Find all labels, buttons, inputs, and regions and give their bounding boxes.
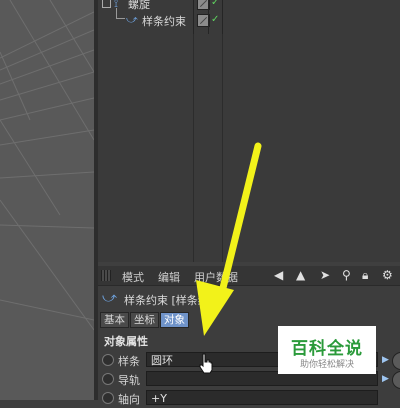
attribute-header: ⤻ 样条约束 [样条约束] xyxy=(98,287,400,311)
property-label: 轴向 xyxy=(118,393,140,406)
visible-check-icon[interactable]: ✓ xyxy=(211,14,219,25)
visible-check-icon[interactable]: ✓ xyxy=(211,0,219,8)
link-button[interactable] xyxy=(392,352,400,370)
object-manager: ⟟ 螺旋 ✓ ⤻ 样条约束 ✓ xyxy=(98,0,400,262)
property-label: 样条 xyxy=(118,355,140,368)
viewport-grid xyxy=(0,0,94,331)
up-arrow-icon[interactable]: ▲ xyxy=(296,268,305,282)
hand-cursor-icon xyxy=(199,353,213,374)
watermark-subtitle: 助你轻松解决 xyxy=(299,360,354,370)
attribute-menubar: 模式 编辑 用户数据 ◀ ▲ ➤ ⚲ 🔒︎ ⚙ xyxy=(98,266,400,286)
column-divider xyxy=(193,0,194,34)
axis-dropdown[interactable]: +Y xyxy=(146,390,378,405)
tab-basic[interactable]: 基本 xyxy=(100,312,129,328)
object-label-helix[interactable]: 螺旋 xyxy=(128,0,150,12)
object-row-spline-wrap[interactable]: ⤻ 样条约束 ✓ xyxy=(98,8,400,29)
animate-radio[interactable] xyxy=(102,373,114,385)
animate-radio[interactable] xyxy=(102,354,114,366)
settings-icon[interactable]: ⚙ xyxy=(382,268,393,282)
lock-icon[interactable]: 🔒︎ xyxy=(362,268,368,283)
search-icon[interactable]: ⚲ xyxy=(342,268,351,282)
tab-object[interactable]: 对象 xyxy=(160,312,189,328)
column-divider xyxy=(222,0,223,34)
drag-grip-icon[interactable] xyxy=(101,270,111,281)
property-label: 导轨 xyxy=(118,374,140,387)
column-divider xyxy=(193,34,194,262)
tab-coord[interactable]: 坐标 xyxy=(130,312,159,328)
column-divider xyxy=(222,34,223,262)
menu-user-data[interactable]: 用户数据 xyxy=(194,269,238,285)
object-label-spline-wrap[interactable]: 样条约束 xyxy=(142,13,186,29)
link-arrow-icon[interactable]: ▶ xyxy=(382,374,389,384)
property-row-axis: 轴向 +Y xyxy=(98,390,400,408)
menu-edit[interactable]: 编辑 xyxy=(158,269,180,285)
link-arrow-icon[interactable]: ▶ xyxy=(382,355,389,365)
tree-connector xyxy=(116,8,125,19)
column-divider xyxy=(208,0,209,34)
watermark-logo: 百科全说 助你轻松解决 xyxy=(278,326,376,374)
watermark-title: 百科全说 xyxy=(291,339,363,359)
expand-icon[interactable] xyxy=(102,0,111,8)
section-title: 对象属性 xyxy=(104,335,148,348)
3d-viewport[interactable] xyxy=(0,0,94,400)
menu-mode[interactable]: 模式 xyxy=(122,269,144,285)
object-row-helix[interactable]: ⟟ 螺旋 ✓ xyxy=(98,0,400,12)
spline-wrap-icon: ⤻ xyxy=(102,290,117,306)
back-arrow-icon[interactable]: ◀ xyxy=(274,268,283,282)
object-title: 样条约束 [样条约束] xyxy=(124,294,225,307)
spline-wrap-icon: ⤻ xyxy=(126,13,138,26)
link-button[interactable] xyxy=(392,371,400,389)
cursor-arrow-icon[interactable]: ➤ xyxy=(320,268,330,282)
animate-radio[interactable] xyxy=(102,392,114,404)
